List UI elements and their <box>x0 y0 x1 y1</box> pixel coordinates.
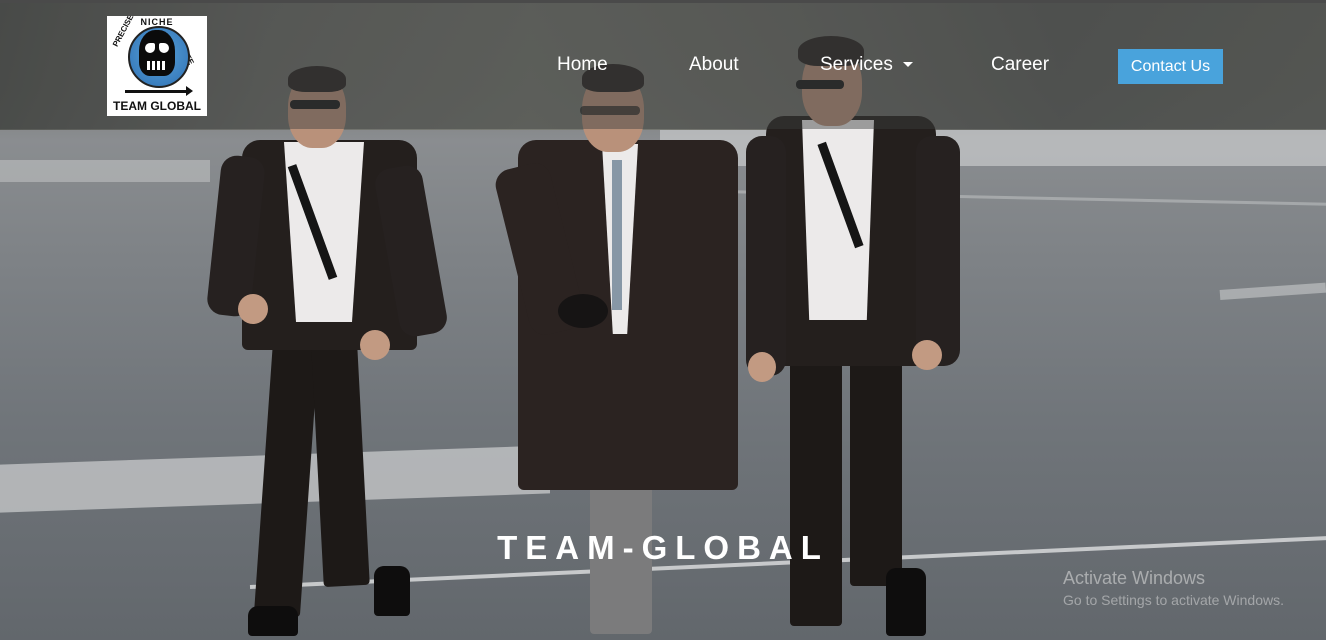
site-header: NICHE PRECISE ELITE TEAM GLOBAL Home Abo… <box>0 0 1326 129</box>
windows-activation-subtitle: Go to Settings to activate Windows. <box>1063 592 1284 608</box>
nav-link-services-label: Services <box>820 54 893 75</box>
nav-link-home[interactable]: Home <box>557 54 608 76</box>
nav-link-services[interactable]: Services <box>820 54 913 76</box>
nav-link-about[interactable]: About <box>689 54 739 76</box>
skull-icon <box>139 30 175 76</box>
contact-us-button[interactable]: Contact Us <box>1118 49 1223 84</box>
logo-text-team-global: TEAM GLOBAL <box>113 99 201 113</box>
caret-down-icon <box>902 62 913 68</box>
windows-activation-title: Activate Windows <box>1063 568 1206 588</box>
header-top-border <box>0 0 1326 3</box>
team-global-logo[interactable]: NICHE PRECISE ELITE TEAM GLOBAL <box>107 16 207 116</box>
hero-title: TEAM-GLOBAL <box>497 529 829 566</box>
trident-icon <box>125 86 193 96</box>
runway-marking <box>0 160 210 182</box>
runway-line <box>1219 282 1326 300</box>
nav-link-career[interactable]: Career <box>991 54 1049 76</box>
